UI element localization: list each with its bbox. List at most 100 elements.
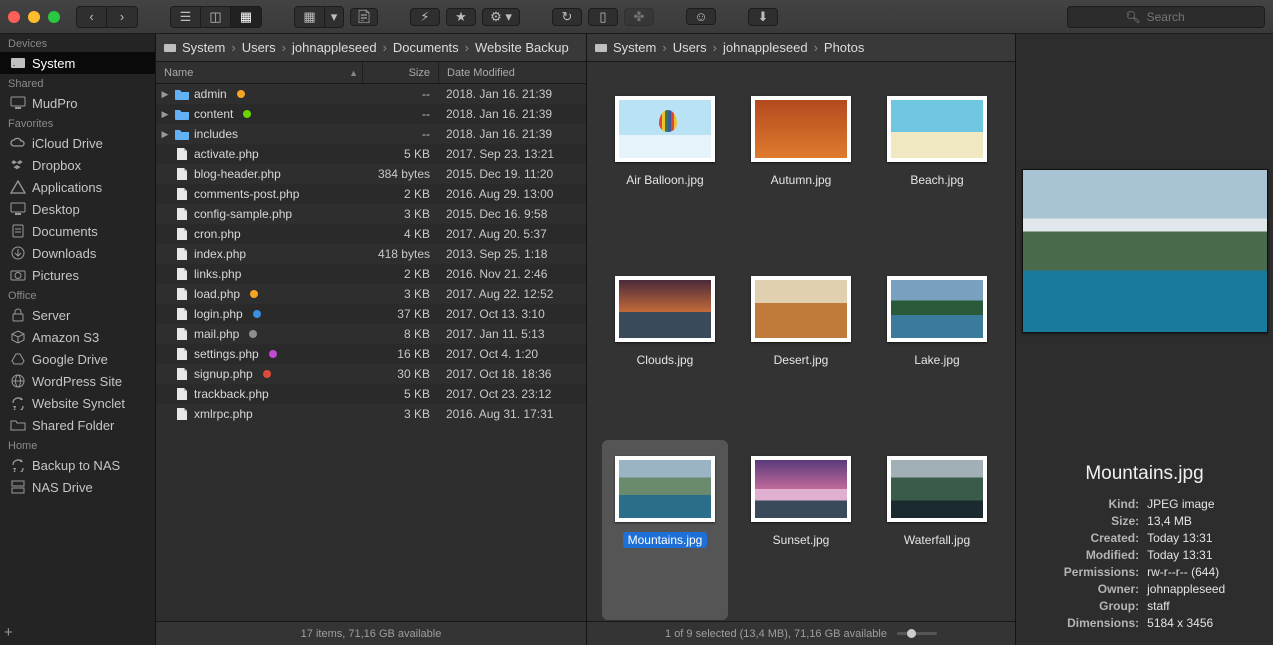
file-icon <box>174 307 190 321</box>
grid-item[interactable]: Mountains.jpg <box>602 440 728 620</box>
file-size: 3 KB <box>362 207 438 221</box>
favorite-icon[interactable]: ★ <box>446 8 476 26</box>
table-row[interactable]: activate.php 5 KB 2017. Sep 23. 13:21 <box>156 144 586 164</box>
sidebar-item-label: Google Drive <box>32 352 108 367</box>
file-name: load.php <box>194 287 240 301</box>
search-field[interactable]: 🔍︎ <box>1067 6 1265 28</box>
file-size: -- <box>362 127 438 141</box>
minimize-window-button[interactable] <box>28 11 40 23</box>
table-row[interactable]: cron.php 4 KB 2017. Aug 20. 5:37 <box>156 224 586 244</box>
sidebar-item-icloud-drive[interactable]: iCloud Drive <box>0 132 155 154</box>
list-pane: System›Users›johnappleseed›Documents›Web… <box>156 34 587 645</box>
breadcrumb-segment[interactable]: Documents <box>389 40 463 55</box>
adjust-icon[interactable]: ✤ <box>624 8 654 26</box>
table-row[interactable]: load.php 3 KB 2017. Aug 22. 12:52 <box>156 284 586 304</box>
sidebar-item-label: Website Synclet <box>32 396 125 411</box>
table-row[interactable]: xmlrpc.php 3 KB 2016. Aug 31. 17:31 <box>156 404 586 424</box>
grid-item[interactable]: Clouds.jpg <box>602 260 728 440</box>
terminal-icon[interactable]: ▯ <box>588 8 618 26</box>
grid-item[interactable]: Autumn.jpg <box>738 80 864 260</box>
grid-options-icon[interactable]: ▦ <box>295 7 325 27</box>
forward-button[interactable]: › <box>107 7 137 27</box>
back-button[interactable]: ‹ <box>77 7 107 27</box>
table-row[interactable]: ▶ content -- 2018. Jan 16. 21:39 <box>156 104 586 124</box>
grid-item[interactable]: Lake.jpg <box>874 260 1000 440</box>
sidebar-item-pictures[interactable]: Pictures <box>0 264 155 286</box>
thumbnail-size-slider[interactable] <box>897 632 937 635</box>
arrange-group: ▦ ▾ <box>294 6 344 28</box>
dropdown-icon[interactable]: ▾ <box>325 7 343 27</box>
table-row[interactable]: login.php 37 KB 2017. Oct 13. 3:10 <box>156 304 586 324</box>
color-tag <box>250 290 258 298</box>
breadcrumb-segment[interactable]: Users <box>238 40 280 55</box>
globe-icon <box>10 373 26 389</box>
sort-asc-icon: ▲ <box>349 68 358 78</box>
quicklook-icon[interactable]: ⚡︎ <box>410 8 440 26</box>
add-location-button[interactable]: + <box>0 620 155 645</box>
sidebar-item-system[interactable]: System <box>0 52 155 74</box>
sidebar-item-google-drive[interactable]: Google Drive <box>0 348 155 370</box>
table-row[interactable]: ▶ admin -- 2018. Jan 16. 21:39 <box>156 84 586 104</box>
new-document-icon[interactable]: 📄︎ <box>350 8 378 26</box>
table-row[interactable]: index.php 418 bytes 2013. Sep 25. 1:18 <box>156 244 586 264</box>
col-name[interactable]: Name▲ <box>156 67 362 79</box>
grid-pane: System›Users›johnappleseed›Photos Air Ba… <box>587 34 1016 645</box>
sidebar-item-server[interactable]: Server <box>0 304 155 326</box>
action-gear-icon[interactable]: ⚙︎ ▾ <box>482 8 520 26</box>
sidebar-item-mudpro[interactable]: MudPro <box>0 92 155 114</box>
view-columns-icon[interactable]: ◫ <box>201 7 231 27</box>
file-size: 8 KB <box>362 327 438 341</box>
emoji-icon[interactable]: ☺ <box>686 8 716 25</box>
breadcrumb-segment[interactable]: System <box>609 40 660 55</box>
table-row[interactable]: blog-header.php 384 bytes 2015. Dec 19. … <box>156 164 586 184</box>
breadcrumb-segment[interactable]: johnappleseed <box>719 40 812 55</box>
search-input[interactable] <box>1147 10 1207 24</box>
zoom-window-button[interactable] <box>48 11 60 23</box>
sidebar-item-backup-to-nas[interactable]: Backup to NAS <box>0 454 155 476</box>
sync-icon[interactable]: ↻ <box>552 8 582 26</box>
grid-item[interactable]: Desert.jpg <box>738 260 864 440</box>
sidebar-item-amazon-s3[interactable]: Amazon S3 <box>0 326 155 348</box>
breadcrumb-segment[interactable]: Users <box>669 40 711 55</box>
thumbnail <box>615 276 715 342</box>
grid-item[interactable]: Beach.jpg <box>874 80 1000 260</box>
sidebar-item-applications[interactable]: Applications <box>0 176 155 198</box>
sidebar-item-shared-folder[interactable]: Shared Folder <box>0 414 155 436</box>
grid-item[interactable]: Air Balloon.jpg <box>602 80 728 260</box>
table-row[interactable]: mail.php 8 KB 2017. Jan 11. 5:13 <box>156 324 586 344</box>
table-row[interactable]: config-sample.php 3 KB 2015. Dec 16. 9:5… <box>156 204 586 224</box>
col-size[interactable]: Size <box>362 62 438 83</box>
sidebar-item-downloads[interactable]: Downloads <box>0 242 155 264</box>
thumbnail-label: Sunset.jpg <box>768 532 835 548</box>
col-date[interactable]: Date Modified <box>438 62 586 83</box>
grid-item[interactable]: Sunset.jpg <box>738 440 864 620</box>
info-pane: Mountains.jpg Kind:JPEG imageSize:13,4 M… <box>1016 34 1273 645</box>
file-date: 2017. Oct 23. 23:12 <box>438 387 586 401</box>
close-window-button[interactable] <box>8 11 20 23</box>
table-row[interactable]: comments-post.php 2 KB 2016. Aug 29. 13:… <box>156 184 586 204</box>
file-date: 2018. Jan 16. 21:39 <box>438 107 586 121</box>
table-row[interactable]: links.php 2 KB 2016. Nov 21. 2:46 <box>156 264 586 284</box>
view-list-icon[interactable]: ☰ <box>171 7 201 27</box>
sidebar-item-website-synclet[interactable]: Website Synclet <box>0 392 155 414</box>
disclosure-arrow-icon[interactable]: ▶ <box>160 89 170 100</box>
breadcrumb-segment[interactable]: Website Backup <box>471 40 573 55</box>
table-row[interactable]: settings.php 16 KB 2017. Oct 4. 1:20 <box>156 344 586 364</box>
download-icon[interactable]: ⬇︎ <box>748 8 778 26</box>
table-row[interactable]: signup.php 30 KB 2017. Oct 18. 18:36 <box>156 364 586 384</box>
breadcrumb-segment[interactable]: johnappleseed <box>288 40 381 55</box>
sidebar-item-dropbox[interactable]: Dropbox <box>0 154 155 176</box>
grid-item[interactable]: Waterfall.jpg <box>874 440 1000 620</box>
view-grid-icon[interactable]: ▦ <box>231 7 261 27</box>
disclosure-arrow-icon[interactable]: ▶ <box>160 129 170 140</box>
sidebar-item-nas-drive[interactable]: NAS Drive <box>0 476 155 498</box>
breadcrumb-segment[interactable]: Photos <box>820 40 868 55</box>
disclosure-arrow-icon[interactable]: ▶ <box>160 109 170 120</box>
table-row[interactable]: ▶ includes -- 2018. Jan 16. 21:39 <box>156 124 586 144</box>
sidebar-item-desktop[interactable]: Desktop <box>0 198 155 220</box>
sidebar-item-documents[interactable]: Documents <box>0 220 155 242</box>
file-icon <box>174 387 190 401</box>
sidebar-item-wordpress-site[interactable]: WordPress Site <box>0 370 155 392</box>
table-row[interactable]: trackback.php 5 KB 2017. Oct 23. 23:12 <box>156 384 586 404</box>
breadcrumb-segment[interactable]: System <box>178 40 229 55</box>
